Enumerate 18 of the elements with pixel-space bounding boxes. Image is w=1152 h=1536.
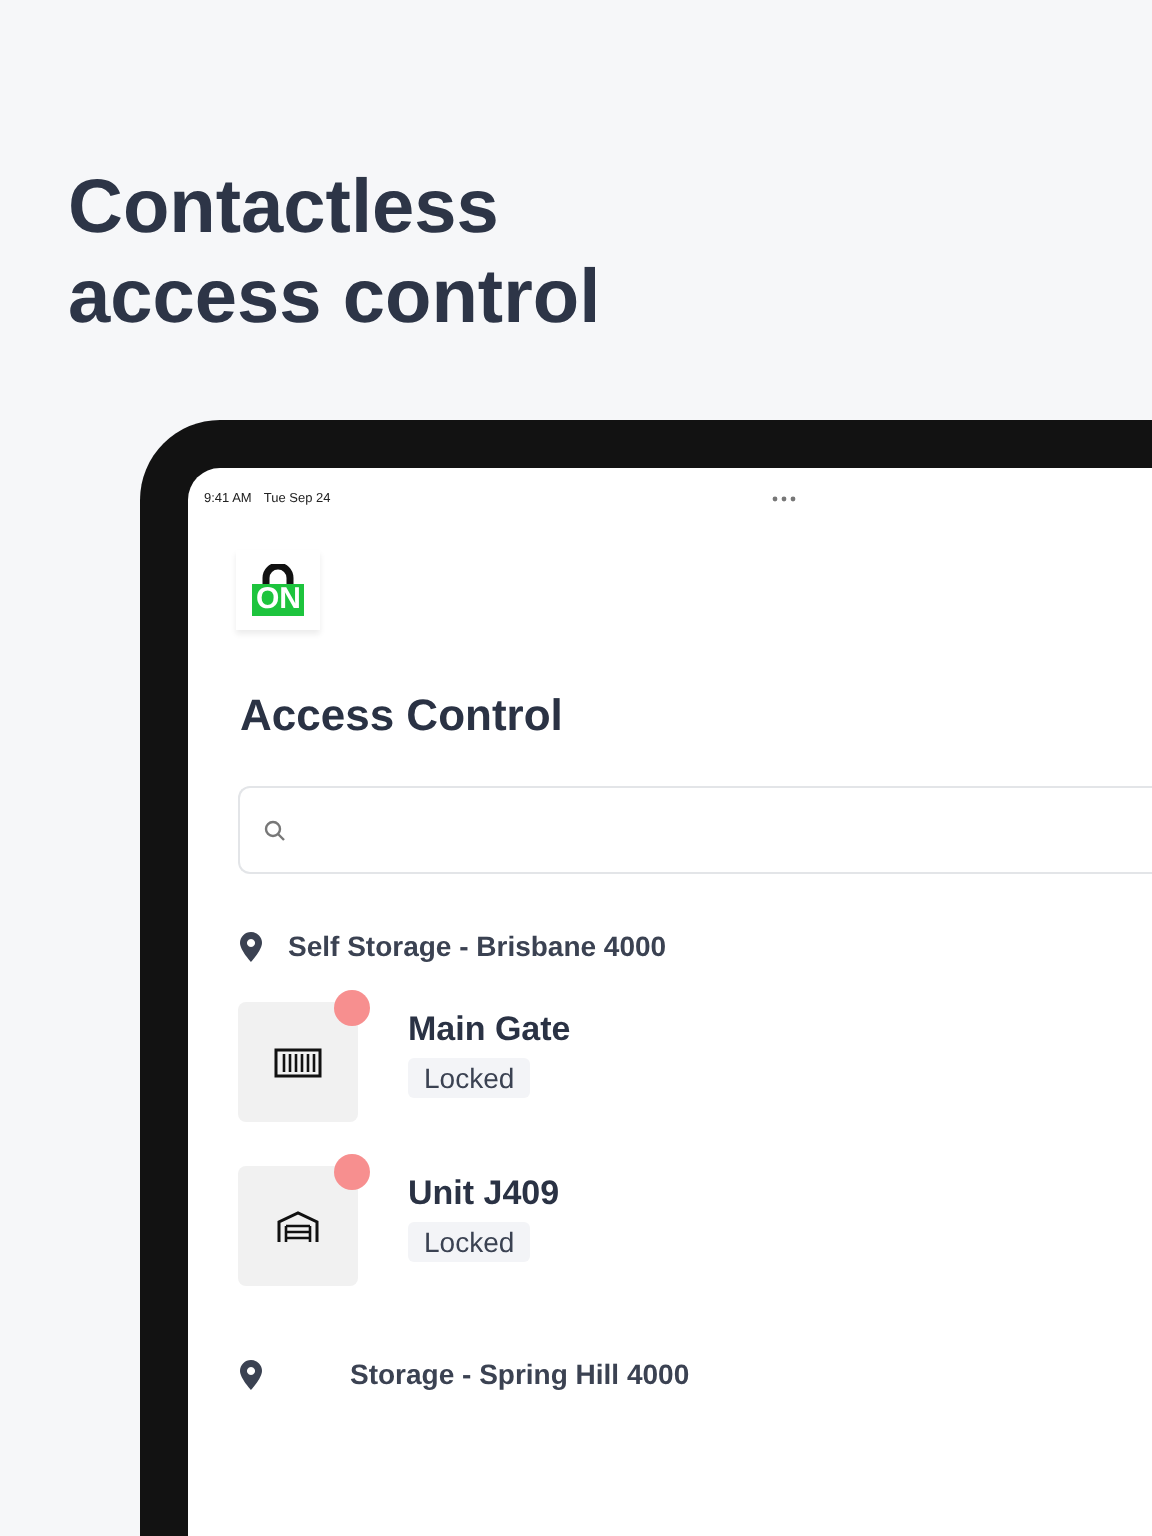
location-pin-icon [240,931,262,961]
garage-icon [276,1209,320,1243]
more-icon[interactable] [772,496,797,502]
lock-logo: ON [252,564,304,616]
location-name[interactable]: Storage - Spring Hill 4000 [350,1358,690,1390]
unit-name: Main Gate [408,1010,571,1050]
status-badge: Locked [408,1058,531,1098]
gate-icon [274,1047,322,1077]
search-icon [264,819,286,841]
unit-name: Unit J409 [408,1174,560,1214]
location-name[interactable]: Self Storage - Brisbane 4000 [288,930,667,962]
unit-tile[interactable] [238,1166,358,1286]
location-pin-icon [240,1359,262,1389]
search-field[interactable] [238,786,1152,874]
headline: Contactless access control [66,164,603,344]
unit-tile[interactable] [238,1002,358,1122]
page-title: Access Control [240,690,565,742]
status-badge: Locked [408,1222,531,1262]
